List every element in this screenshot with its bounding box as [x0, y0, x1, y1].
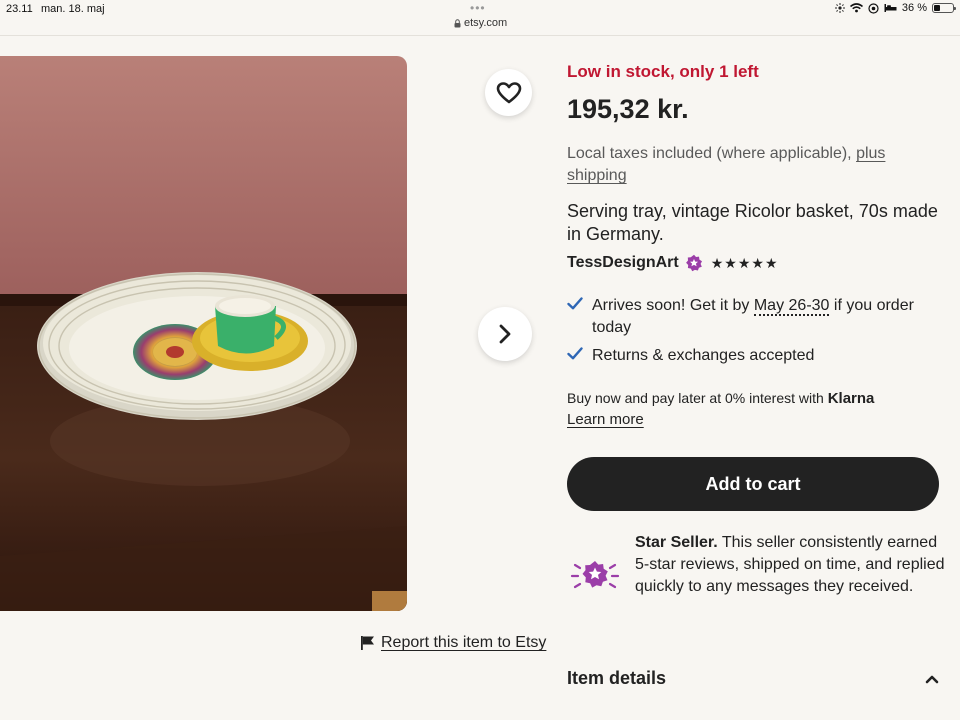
bed-icon — [884, 4, 897, 12]
add-to-cart-button[interactable]: Add to cart — [567, 457, 939, 511]
lock-icon — [454, 18, 461, 27]
star-seller-label: Star Seller. — [635, 534, 718, 551]
check-icon — [567, 295, 592, 339]
battery-percent: 36 % — [901, 2, 927, 14]
serving-tray-photo — [0, 56, 407, 611]
taxes-text: Local taxes included (where applicable), — [567, 145, 852, 162]
star-seller-badge-icon — [570, 561, 620, 589]
learn-more-link[interactable]: Learn more — [567, 411, 644, 428]
star-seller-info: Star Seller. This seller consistently ea… — [635, 532, 945, 598]
system-indicators: 36 % — [834, 2, 956, 14]
seller-row: TessDesignArt ★★★★★ — [567, 254, 939, 272]
item-details-toggle[interactable]: Item details — [567, 668, 939, 689]
chevron-up-icon — [925, 675, 939, 683]
klarna-text: Buy now and pay later at 0% interest wit… — [567, 390, 824, 406]
location-icon — [868, 2, 879, 14]
taxes-note: Local taxes included (where applicable),… — [567, 143, 939, 187]
next-image-button[interactable] — [478, 307, 532, 361]
address-bar[interactable]: etsy.com — [454, 17, 507, 29]
heart-icon — [496, 81, 521, 103]
star-seller-small-icon — [685, 254, 702, 272]
battery-icon — [932, 3, 956, 13]
chevron-right-icon — [499, 324, 511, 344]
report-item-label: Report this item to Etsy — [381, 634, 547, 651]
date: man. 18. maj — [41, 3, 105, 15]
returns-text: Returns & exchanges accepted — [592, 347, 815, 364]
arrival-info: Arrives soon! Get it by May 26-30 if you… — [567, 295, 939, 339]
klarna-promo: Buy now and pay later at 0% interest wit… — [567, 388, 939, 430]
arrival-dates[interactable]: May 26-30 — [753, 297, 830, 316]
flag-icon — [361, 636, 374, 650]
klarna-brand: Klarna — [827, 390, 875, 407]
clock: 23.11 — [6, 3, 33, 15]
favorite-button[interactable] — [485, 69, 532, 116]
url-text: etsy.com — [464, 17, 508, 29]
item-details-title: Item details — [567, 668, 667, 688]
product-photo[interactable] — [0, 56, 407, 611]
status-bar: 23.11 man. 18. maj ••• etsy.com 36 % — [0, 0, 960, 36]
price: 195,32 kr. — [567, 94, 689, 124]
listing-title: Serving tray, vintage Ricolor basket, 70… — [567, 201, 938, 244]
more-dots-icon[interactable]: ••• — [470, 1, 486, 15]
returns-info: Returns & exchanges accepted — [567, 345, 939, 367]
seller-name[interactable]: TessDesignArt — [567, 254, 679, 272]
check-icon — [567, 345, 592, 367]
stock-notice: Low in stock, only 1 left — [567, 62, 759, 81]
wifi-icon — [849, 3, 863, 13]
arrival-prefix: Arrives soon! Get it by — [592, 297, 750, 314]
report-item-link[interactable]: Report this item to Etsy — [360, 634, 546, 652]
rating-stars: ★★★★★ — [710, 254, 779, 271]
brightness-icon — [834, 3, 845, 13]
